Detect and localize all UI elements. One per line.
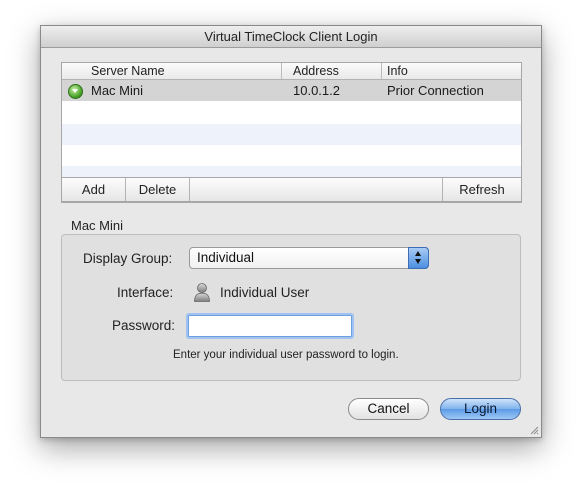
table-row[interactable]: Mac Mini 10.0.1.2 Prior Connection — [62, 80, 521, 101]
empty-row-stripe — [62, 124, 521, 145]
popup-arrows-icon — [408, 247, 429, 269]
column-header-info[interactable]: Info — [387, 63, 408, 79]
cancel-button[interactable]: Cancel — [348, 398, 429, 420]
refresh-button[interactable]: Refresh — [443, 178, 521, 201]
add-server-button[interactable]: Add — [62, 178, 125, 201]
column-header-address[interactable]: Address — [293, 63, 339, 79]
column-divider — [381, 63, 382, 79]
password-hint: Enter your individual user password to l… — [173, 349, 399, 361]
user-icon — [194, 283, 210, 302]
display-group-value: Individual — [197, 250, 255, 265]
interface-label: Interface: — [117, 285, 174, 300]
server-info-cell: Prior Connection — [387, 83, 484, 98]
password-label: Password: — [112, 318, 176, 333]
window-title: Virtual TimeClock Client Login — [41, 26, 541, 48]
display-group-label: Display Group: — [83, 251, 173, 266]
login-button[interactable]: Login — [440, 398, 521, 420]
display-group-popup[interactable]: Individual — [189, 247, 429, 269]
login-window: Virtual TimeClock Client Login Server Na… — [40, 25, 542, 438]
interface-value: Individual User — [220, 285, 310, 300]
server-list-toolbar: Add Delete Refresh — [61, 177, 522, 202]
toolbar-divider — [189, 178, 190, 201]
server-section-title: Mac Mini — [71, 218, 124, 233]
server-name-cell: Mac Mini — [91, 83, 144, 98]
green-disclosure-icon — [68, 84, 83, 99]
table-header: Server Name Address Info — [62, 63, 521, 80]
column-divider — [281, 63, 282, 79]
server-address-cell: 10.0.1.2 — [293, 83, 340, 98]
password-field[interactable] — [186, 313, 354, 339]
column-header-server-name[interactable]: Server Name — [91, 63, 165, 79]
resize-grip-icon[interactable] — [529, 425, 539, 435]
delete-server-button[interactable]: Delete — [126, 178, 189, 201]
